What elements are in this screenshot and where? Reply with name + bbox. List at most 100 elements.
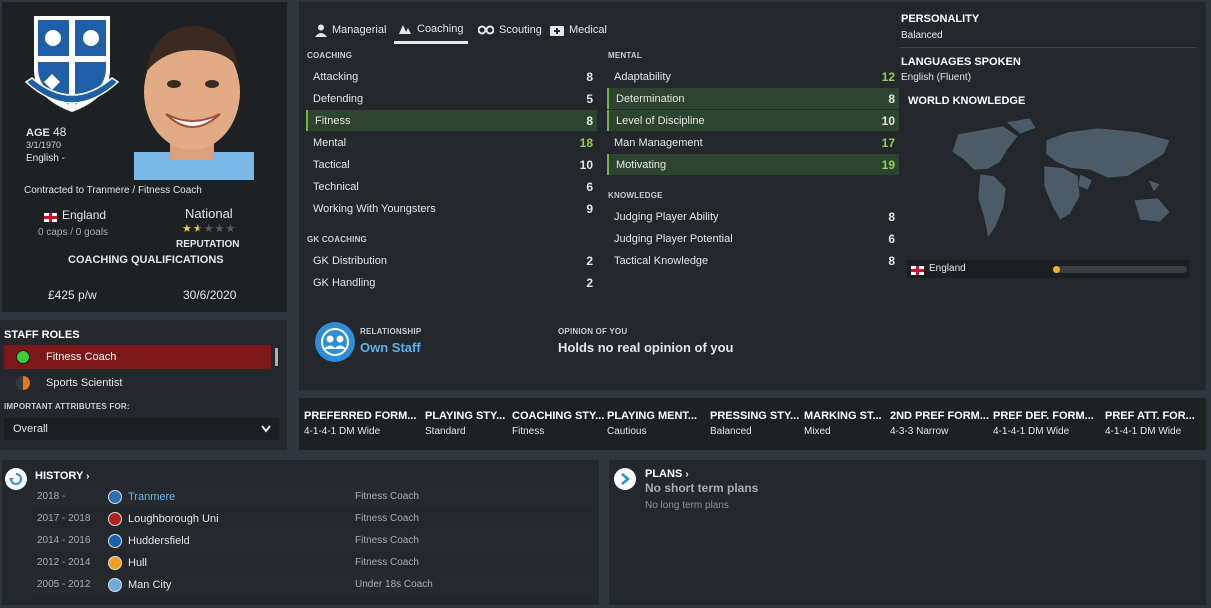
caps-goals: 0 caps / 0 goals [38,227,109,238]
attribute-value: 12 [881,69,895,84]
tab-label: Medical [569,24,607,36]
star-icon: ★ [182,223,193,235]
contract-end-date: 30/6/2020 [183,288,237,302]
history-club[interactable]: Loughborough Uni [128,513,219,525]
staff-roles-panel: STAFF ROLES Fitness Coach Sports Scienti… [0,320,287,450]
medical-kit-icon [550,26,564,36]
attribute-value: 10 [881,113,895,128]
knowledge-attribute-row[interactable]: Tactical Knowledge 8 [607,250,899,271]
important-attributes-label: IMPORTANT ATTRIBUTES FOR: [4,402,130,411]
gk-coaching-attribute-row[interactable]: GK Distribution 2 [306,250,597,271]
attribute-label: Defending [313,92,364,105]
tactic-header: PREF ATT. FOR... [1105,410,1195,422]
role-status-green-icon [16,350,30,364]
knowledge-section-title: KNOWLEDGE [608,191,663,200]
history-role: Fitness Coach [355,557,419,568]
tab-medical[interactable]: Medical [550,16,607,44]
knowledge-bar-fill [1053,266,1060,273]
history-icon [5,468,27,490]
role-label: Fitness Coach [46,351,117,363]
tactic-column[interactable]: PRESSING STY... Balanced [710,410,799,437]
tactic-column[interactable]: PREF ATT. FOR... 4-1-4-1 DM Wide [1105,410,1195,437]
personality-label: PERSONALITY [901,13,980,25]
reputation-stars: ★★★★★ [182,222,236,235]
mental-attribute-row[interactable]: Adaptability 12 [607,66,899,87]
history-role: Under 18s Coach [355,579,433,590]
roles-scrollbar[interactable] [275,348,278,366]
history-title[interactable]: HISTORY › [35,470,90,482]
mental-attribute-row[interactable]: Determination 8 [607,88,899,109]
history-row[interactable]: 2005 - 2012 Man City Under 18s Coach [33,574,593,595]
mental-attribute-row[interactable]: Motivating 19 [607,154,899,175]
world-knowledge-label: WORLD KNOWLEDGE [908,95,1026,107]
history-club[interactable]: Man City [128,579,171,591]
country-name[interactable]: England [62,208,106,222]
tactic-column[interactable]: PLAYING STY... Standard [425,410,505,437]
attribute-value: 6 [888,231,895,246]
plans-title[interactable]: PLANS › [645,468,689,480]
divider [899,47,1197,48]
age-value: 48 [53,125,67,139]
attribute-value: 2 [586,253,593,268]
knowledge-attribute-row[interactable]: Judging Player Ability 8 [607,206,899,227]
gk-coaching-attribute-row[interactable]: GK Handling 2 [306,272,597,293]
important-attributes-dropdown[interactable]: Overall [4,418,279,440]
mental-attribute-row[interactable]: Man Management 17 [607,132,899,153]
plans-panel: PLANS › No short term plans No long term… [609,460,1206,605]
knowledge-country-row: England [907,260,1189,278]
history-club[interactable]: Tranmere [128,491,175,503]
tactic-column[interactable]: COACHING STY... Fitness [512,410,604,437]
attribute-value: 18 [579,135,593,150]
tab-managerial[interactable]: Managerial [315,16,386,44]
coaching-attribute-row[interactable]: Attacking 8 [306,66,597,87]
history-club[interactable]: Huddersfield [128,535,190,547]
coaching-attribute-row[interactable]: Tactical 10 [306,154,597,175]
binoculars-icon [478,25,494,35]
history-row[interactable]: 2018 - Tranmere Fitness Coach [33,486,593,507]
history-years: 2005 - 2012 [37,579,91,590]
tactic-column[interactable]: MARKING ST... Mixed [804,410,882,437]
coaching-attribute-row[interactable]: Technical 6 [306,176,597,197]
history-club[interactable]: Hull [128,557,147,569]
tactic-column[interactable]: PREFERRED FORM... 4-1-4-1 DM Wide [304,410,416,437]
staff-roles-title: STAFF ROLES [4,329,80,341]
attribute-label: GK Handling [313,276,376,289]
club-badge-icon [108,511,122,526]
coaching-attribute-row[interactable]: Defending 5 [306,88,597,109]
wage: £425 p/w [48,288,97,302]
history-row[interactable]: 2017 - 2018 Loughborough Uni Fitness Coach [33,508,593,529]
whistle-icon [399,24,411,34]
tactic-header: PREF DEF. FORM... [993,410,1094,422]
plans-title-text: PLANS [645,468,683,480]
history-years: 2012 - 2014 [37,557,91,568]
coaching-attribute-row[interactable]: Fitness 8 [306,110,597,131]
tab-scouting[interactable]: Scouting [478,16,542,44]
tab-coaching[interactable]: Coaching [394,16,469,44]
tactic-column[interactable]: 2ND PREF FORM... 4-3-3 Narrow [890,410,989,437]
age-label: AGE [26,127,50,139]
role-item-fitness-coach[interactable]: Fitness Coach [4,345,271,369]
attribute-label: Fitness [315,114,351,127]
mental-section-title: MENTAL [608,51,642,60]
role-item-sports-scientist[interactable]: Sports Scientist [4,371,271,395]
tactic-column[interactable]: PREF DEF. FORM... 4-1-4-1 DM Wide [993,410,1094,437]
knowledge-attribute-row[interactable]: Judging Player Potential 6 [607,228,899,249]
history-role: Fitness Coach [355,513,419,524]
mental-attribute-row[interactable]: Level of Discipline 10 [607,110,899,131]
chevron-right-icon: › [685,469,689,480]
attribute-label: Determination [616,92,685,105]
coaching-attribute-row[interactable]: Working With Youngsters 9 [306,198,597,219]
opinion-label: OPINION OF YOU [558,327,628,336]
history-row[interactable]: 2012 - 2014 Hull Fitness Coach [33,552,593,573]
coaching-attribute-row[interactable]: Mental 18 [306,132,597,153]
history-row[interactable]: 2014 - 2016 Huddersfield Fitness Coach [33,530,593,551]
tactic-value: 4-1-4-1 DM Wide [993,426,1070,437]
tactic-column[interactable]: PLAYING MENT... Cautious [607,410,697,437]
tactic-value: Cautious [607,426,647,437]
attribute-label: Working With Youngsters [313,202,436,215]
tactic-value: Mixed [804,426,831,437]
england-flag-icon [911,265,924,275]
gk-coaching-section-title: GK COACHING [307,235,367,244]
history-years: 2017 - 2018 [37,513,91,524]
tab-label: Scouting [499,24,542,36]
